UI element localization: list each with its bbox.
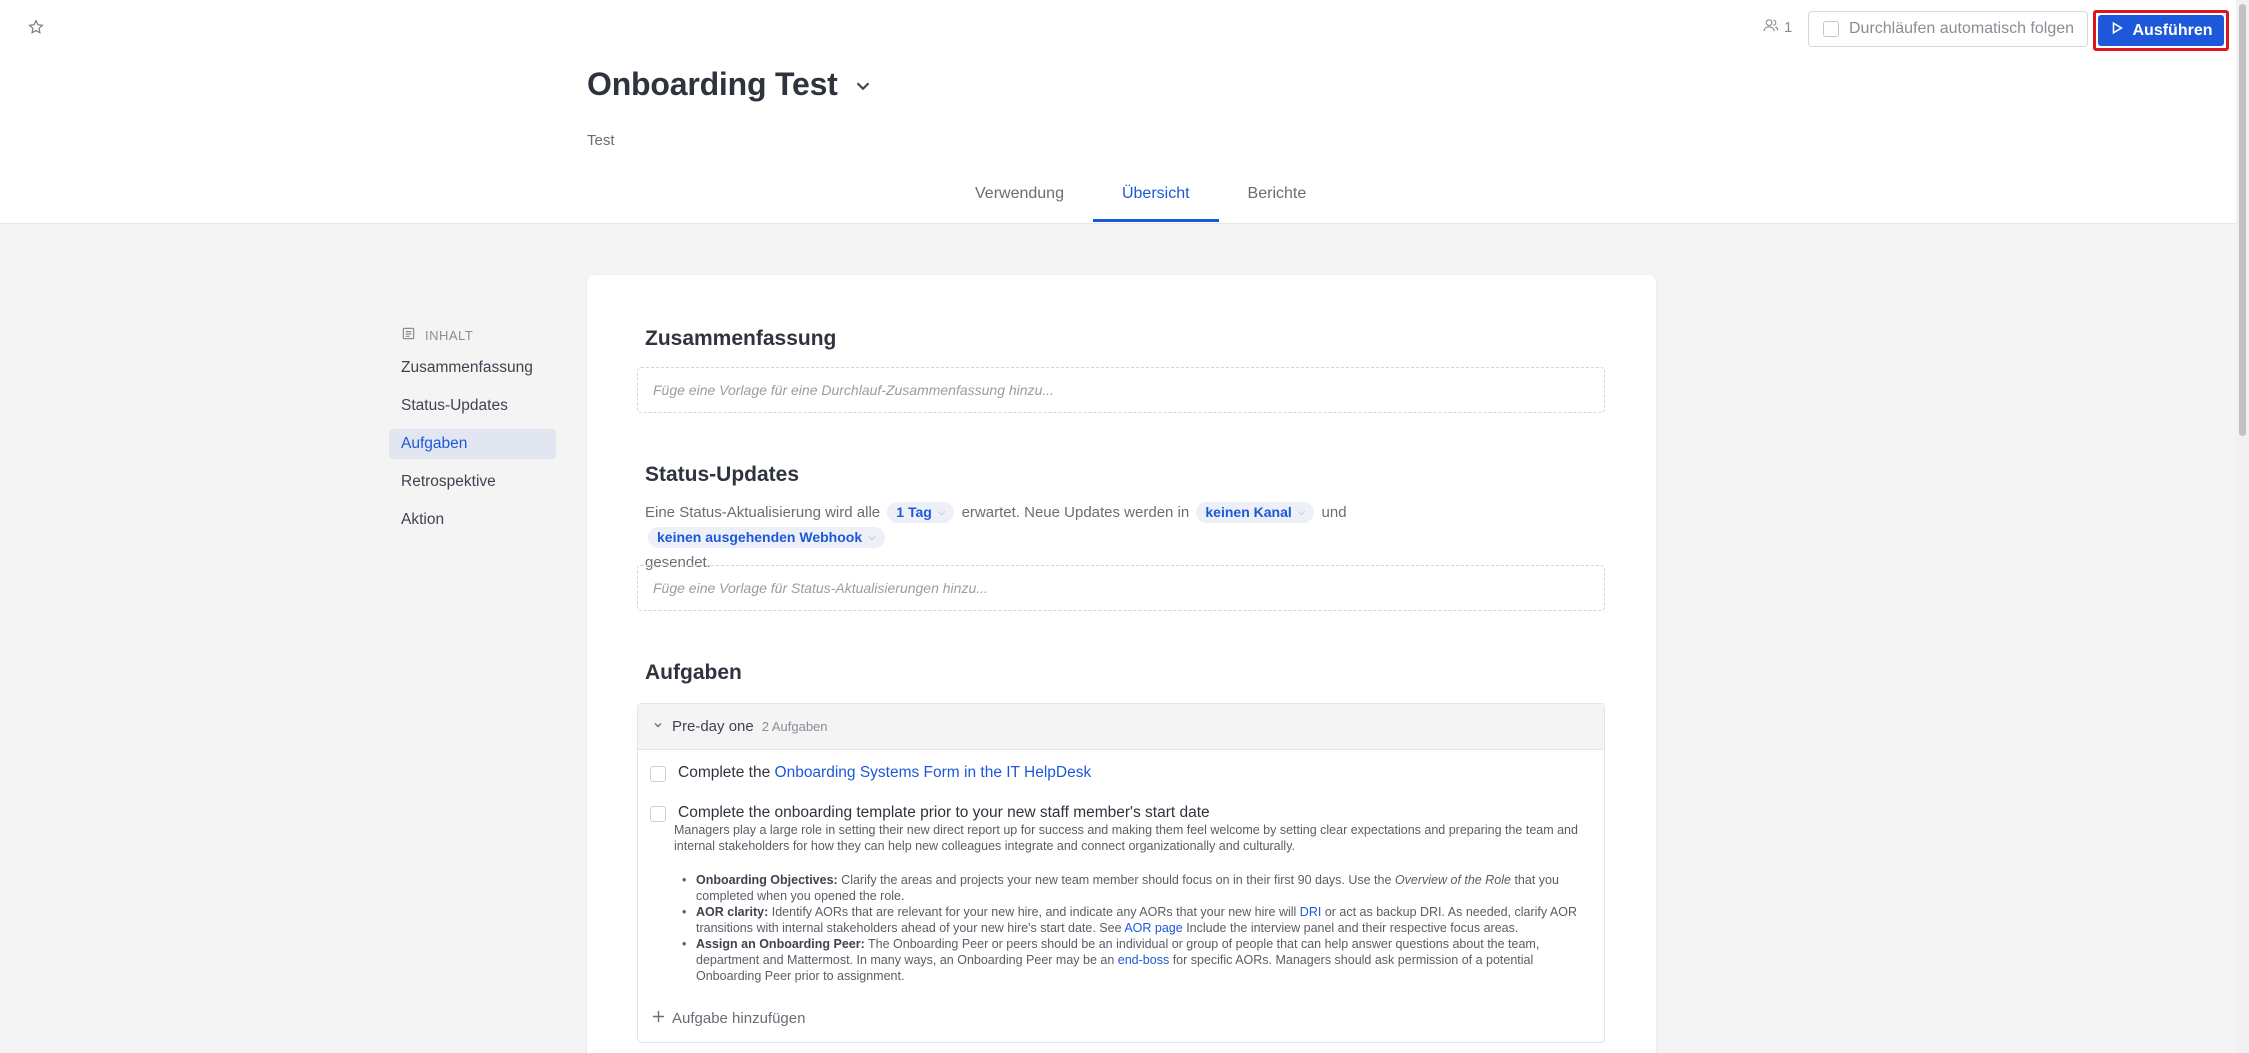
task-group-count: 2 Aufgaben bbox=[761, 719, 828, 734]
status-text-2: erwartet. Neue Updates werden in bbox=[961, 504, 1190, 521]
tab-berichte[interactable]: Berichte bbox=[1219, 168, 1336, 222]
bullet-label: AOR clarity: bbox=[696, 905, 769, 919]
toc-heading: INHALT bbox=[401, 326, 473, 344]
task-group: Pre-day one 2 Aufgaben Complete the Onbo… bbox=[637, 703, 1605, 1043]
toc-heading-label: INHALT bbox=[425, 327, 474, 343]
tab-bar: Verwendung Übersicht Berichte bbox=[946, 168, 1335, 224]
toc-item-aktion[interactable]: Aktion bbox=[389, 505, 556, 535]
scrollbar-thumb[interactable] bbox=[2239, 4, 2246, 436]
document-icon bbox=[401, 326, 416, 344]
auto-follow-label: Durchläufen automatisch folgen bbox=[1849, 20, 2075, 37]
checkbox-icon[interactable] bbox=[1823, 21, 1839, 37]
playbook-header: 1 Durchläufen automatisch folgen Ausführ… bbox=[0, 0, 2249, 224]
task-title-text: Complete the bbox=[678, 764, 771, 781]
plus-icon bbox=[652, 1010, 665, 1027]
participants-count: 1 bbox=[1784, 19, 1793, 36]
chevron-down-icon: ⌵ bbox=[1297, 507, 1306, 518]
toc-item-retrospektive[interactable]: Retrospektive bbox=[389, 467, 556, 497]
status-template-input[interactable]: Füge eine Vorlage für Status-Aktualisier… bbox=[637, 565, 1605, 611]
list-item: Onboarding Objectives: Clarify the areas… bbox=[682, 872, 1596, 904]
title-row: Onboarding Test bbox=[587, 66, 874, 103]
dri-link[interactable]: DRI bbox=[1300, 905, 1322, 919]
webhook-selector[interactable]: keinen ausgehenden Webhook ⌵ bbox=[648, 527, 885, 548]
chevron-down-icon: ⌵ bbox=[868, 532, 876, 543]
page-scrollbar[interactable] bbox=[2236, 0, 2249, 1053]
add-task-label: Aufgabe hinzufügen bbox=[672, 1010, 806, 1027]
play-icon bbox=[2110, 21, 2124, 40]
summary-template-input[interactable]: Füge eine Vorlage für eine Durchlauf-Zus… bbox=[637, 367, 1605, 413]
bullet-text: Include the interview panel and their re… bbox=[1186, 921, 1519, 935]
interval-value: 1 Tag bbox=[896, 504, 932, 520]
bullet-emphasis: Overview of the Role bbox=[1394, 873, 1511, 887]
task-checkbox[interactable] bbox=[650, 766, 666, 782]
page-title: Onboarding Test bbox=[587, 66, 838, 102]
task-description-list: Onboarding Objectives: Clarify the areas… bbox=[682, 872, 1596, 984]
task-item: Complete the onboarding template prior t… bbox=[650, 804, 1210, 822]
list-item: Assign an Onboarding Peer: The Onboardin… bbox=[682, 936, 1596, 984]
tab-uebersicht[interactable]: Übersicht bbox=[1092, 168, 1219, 222]
channel-selector[interactable]: keinen Kanal ⌵ bbox=[1196, 502, 1315, 523]
chevron-down-icon[interactable] bbox=[652, 718, 664, 735]
add-task-button[interactable]: Aufgabe hinzufügen bbox=[652, 1010, 805, 1027]
task-description: Managers play a large role in setting th… bbox=[674, 823, 1578, 853]
task-title: Complete the onboarding template prior t… bbox=[678, 804, 1210, 821]
task-group-header[interactable]: Pre-day one 2 Aufgaben bbox=[638, 704, 1604, 750]
task-checkbox[interactable] bbox=[650, 806, 666, 822]
participants-indicator[interactable]: 1 bbox=[1762, 17, 1792, 38]
chevron-down-icon: ⌵ bbox=[937, 507, 946, 518]
status-text-3: und bbox=[1321, 504, 1347, 521]
bullet-text: Clarify the areas and projects your new … bbox=[841, 873, 1392, 887]
bullet-text: Identify AORs that are relevant for your… bbox=[771, 905, 1297, 919]
auto-follow-checkbox[interactable]: Durchläufen automatisch folgen bbox=[1808, 11, 2088, 47]
status-text-1: Eine Status-Aktualisierung wird alle bbox=[645, 504, 881, 521]
task-title: Complete the Onboarding Systems Form in … bbox=[678, 764, 1091, 782]
outline-card: Zusammenfassung Füge eine Vorlage für ei… bbox=[587, 275, 1656, 1053]
table-of-contents: Zusammenfassung Status-Updates Aufgaben … bbox=[389, 353, 556, 543]
aor-page-link[interactable]: AOR page bbox=[1124, 921, 1182, 935]
participants-icon bbox=[1762, 17, 1779, 38]
star-icon[interactable] bbox=[27, 18, 47, 38]
end-boss-link[interactable]: end-boss bbox=[1118, 953, 1169, 967]
status-updates-title: Status-Updates bbox=[645, 463, 800, 486]
chevron-down-icon[interactable] bbox=[852, 67, 874, 102]
tasks-title: Aufgaben bbox=[645, 661, 742, 684]
interval-selector[interactable]: 1 Tag ⌵ bbox=[887, 502, 955, 523]
summary-title: Zusammenfassung bbox=[645, 327, 837, 350]
bullet-label: Assign an Onboarding Peer: bbox=[696, 937, 865, 951]
toc-item-zusammenfassung[interactable]: Zusammenfassung bbox=[389, 353, 556, 383]
run-button-label: Ausführen bbox=[2132, 21, 2213, 39]
task-item: Complete the Onboarding Systems Form in … bbox=[650, 764, 1091, 782]
webhook-value: keinen ausgehenden Webhook bbox=[657, 529, 863, 545]
list-item: AOR clarity: Identify AORs that are rele… bbox=[682, 904, 1596, 936]
run-button[interactable]: Ausführen bbox=[2093, 10, 2229, 51]
task-link[interactable]: Onboarding Systems Form in the IT HelpDe… bbox=[775, 764, 1092, 781]
toc-item-aufgaben[interactable]: Aufgaben bbox=[389, 429, 556, 459]
page-description: Test bbox=[587, 132, 615, 149]
bullet-label: Onboarding Objectives: bbox=[696, 873, 838, 887]
toc-item-status-updates[interactable]: Status-Updates bbox=[389, 391, 556, 421]
task-group-name: Pre-day one bbox=[672, 718, 754, 735]
status-updates-settings: Eine Status-Aktualisierung wird alle 1 T… bbox=[645, 500, 1575, 575]
tab-verwendung[interactable]: Verwendung bbox=[946, 168, 1093, 222]
channel-value: keinen Kanal bbox=[1205, 504, 1292, 520]
